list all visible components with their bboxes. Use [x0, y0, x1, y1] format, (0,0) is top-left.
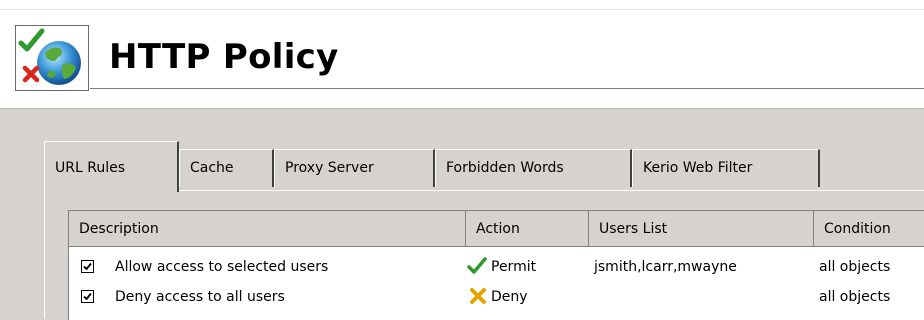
rule-enabled-checkbox[interactable]	[81, 260, 94, 273]
rule-enabled-checkbox[interactable]	[81, 290, 94, 303]
tab-proxy-server[interactable]: Proxy Server	[274, 149, 435, 187]
top-strip	[0, 0, 924, 10]
table-row[interactable]: Deny access to all users Deny all object…	[69, 283, 924, 311]
rule-users: jsmith,lcarr,mwayne	[594, 259, 737, 275]
rule-action: Deny	[491, 289, 528, 305]
rule-action: Permit	[491, 259, 537, 275]
rule-condition: all objects	[819, 289, 891, 305]
column-header-action[interactable]: Action	[466, 211, 589, 247]
yellow-x-icon	[470, 288, 486, 304]
tab-url-rules[interactable]: URL Rules	[44, 141, 179, 192]
table-row[interactable]: Allow access to selected users Permit js…	[69, 253, 924, 281]
globe-policy-icon	[15, 25, 89, 91]
rule-description: Deny access to all users	[115, 289, 285, 305]
rules-table: Description Action Users List Condition …	[68, 210, 924, 320]
green-check-icon	[467, 257, 487, 274]
rule-condition: all objects	[819, 259, 891, 275]
column-header-condition[interactable]: Condition	[814, 211, 924, 247]
header-divider	[90, 88, 924, 89]
tab-cache[interactable]: Cache	[179, 149, 274, 187]
column-header-description[interactable]: Description	[69, 211, 466, 247]
rule-description: Allow access to selected users	[115, 259, 329, 275]
tab-forbidden-words[interactable]: Forbidden Words	[435, 149, 632, 187]
page-title: HTTP Policy	[109, 37, 339, 77]
column-header-users-list[interactable]: Users List	[589, 211, 814, 247]
tab-kerio-web-filter[interactable]: Kerio Web Filter	[632, 149, 820, 187]
